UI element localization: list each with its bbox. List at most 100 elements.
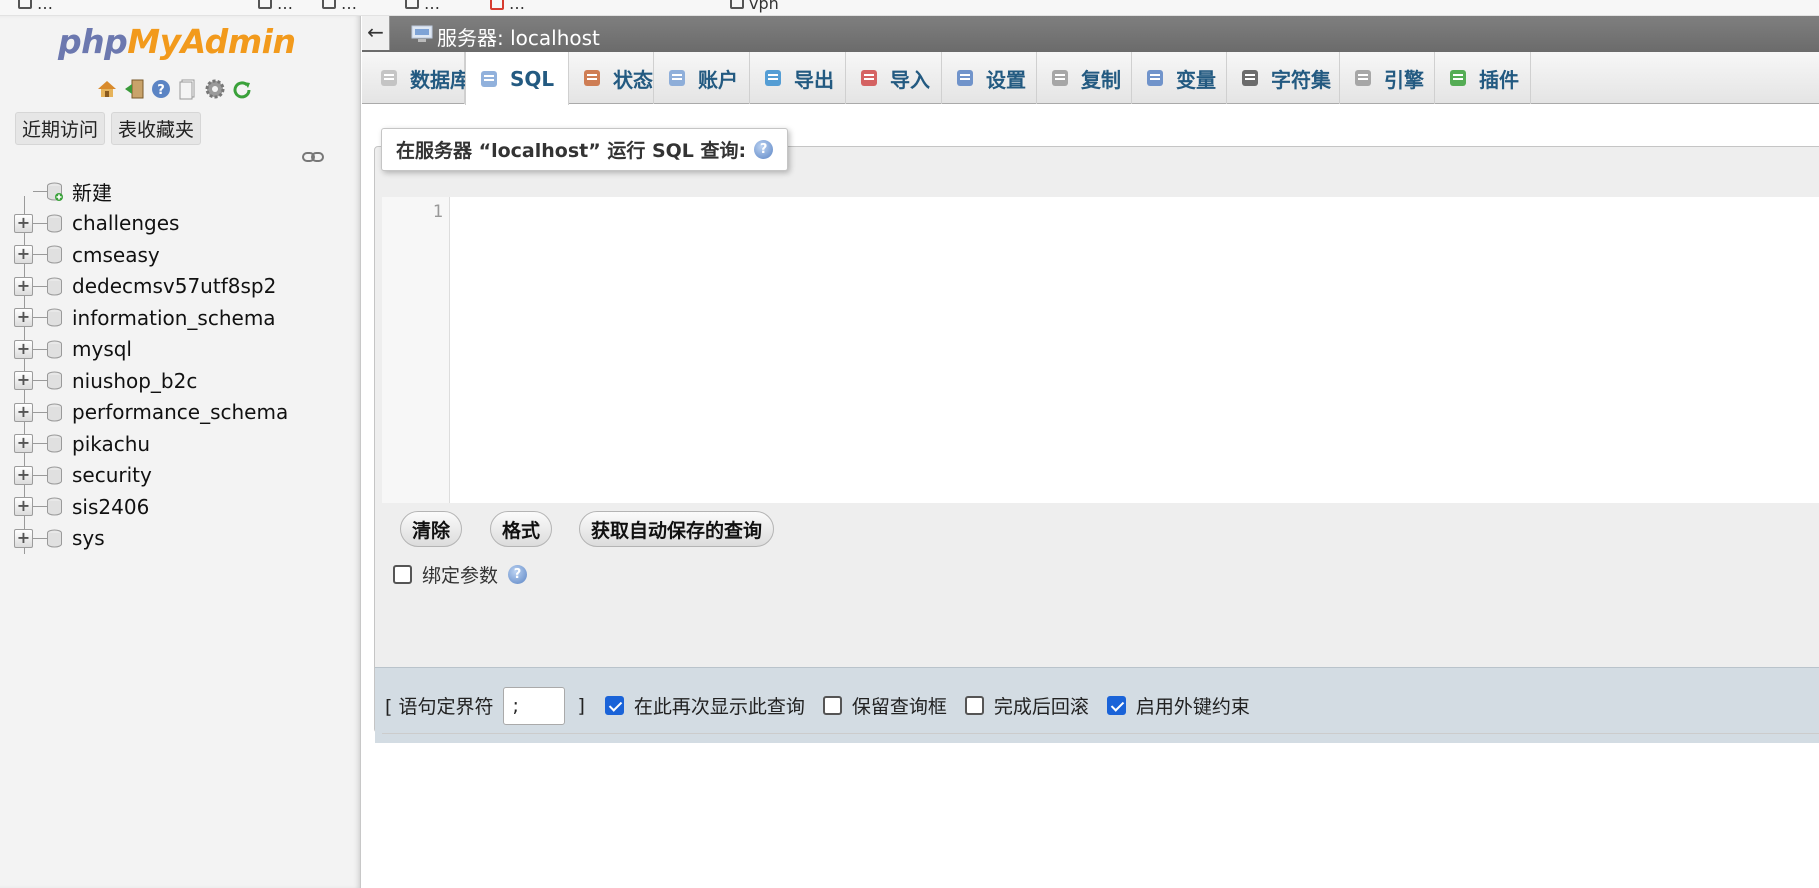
database-icon <box>46 434 63 453</box>
tree-connector <box>33 506 47 508</box>
expand-icon[interactable]: + <box>14 497 33 517</box>
option-checkbox[interactable] <box>604 696 624 715</box>
delimiter-label-close: ] <box>577 694 585 717</box>
database-icon <box>46 529 63 548</box>
tree-item-label: challenges <box>72 211 180 236</box>
logout-icon[interactable] <box>123 78 145 100</box>
tree-item-database[interactable]: + challenges <box>10 208 340 240</box>
tree-connector <box>33 380 47 382</box>
clear-button[interactable]: 清除 <box>400 511 463 547</box>
get-autosaved-query-button[interactable]: 获取自动保存的查询 <box>579 511 775 547</box>
help-icon[interactable]: ? <box>754 140 774 159</box>
expand-icon[interactable]: + <box>14 339 33 359</box>
tab-status[interactable]: 状态 <box>569 52 654 104</box>
sql-editor[interactable]: 1 <box>382 197 1819 503</box>
help-icon[interactable]: ? <box>150 78 172 100</box>
tree-item-label: cmseasy <box>72 242 160 267</box>
tab-accounts[interactable]: 账户 <box>654 52 750 104</box>
option-checkbox[interactable] <box>964 696 984 715</box>
expand-icon[interactable]: + <box>14 245 33 265</box>
tab-label: 插件 <box>1479 67 1519 92</box>
tab-wrench[interactable]: 设置 <box>942 52 1037 104</box>
recent-tab[interactable]: 近期访问 <box>15 112 106 145</box>
new-database-icon <box>46 182 63 202</box>
tree-item-database[interactable]: + sys <box>10 523 340 555</box>
tab-label: 状态 <box>613 67 653 92</box>
tree-item-label: 新建 <box>72 181 112 206</box>
tab-sql[interactable]: SQL <box>465 52 569 105</box>
tab-plugin[interactable]: 插件 <box>1435 52 1531 104</box>
tree-connector <box>33 443 47 445</box>
tree-item-database[interactable]: + security <box>10 460 340 492</box>
tree-item-database[interactable]: + dedecmsv57utf8sp2 <box>10 271 340 303</box>
tab-label: 字符集 <box>1271 67 1331 92</box>
bookmark-item[interactable]: … <box>490 0 525 13</box>
tree-item-database[interactable]: + sis2406 <box>10 491 340 523</box>
expand-icon[interactable]: + <box>14 371 33 391</box>
tab-import[interactable]: 导入 <box>846 52 942 104</box>
expand-icon[interactable]: + <box>14 276 33 296</box>
database-icon <box>46 403 63 422</box>
settings-icon[interactable] <box>204 78 226 100</box>
tree-item-database[interactable]: + mysql <box>10 334 340 366</box>
sql-query-area: 1 清除 格式 获取自动保存的查询 绑定参数 ? [ 语句定界符 ; ] 在此再… <box>374 128 1819 743</box>
tab-export[interactable]: 导出 <box>750 52 846 104</box>
bookmark-item[interactable]: … <box>405 0 440 13</box>
docs-icon[interactable] <box>177 78 199 100</box>
query-option[interactable]: 保留查询框 <box>822 692 947 719</box>
sql-icon <box>478 68 500 90</box>
query-option[interactable]: 在此再次显示此查询 <box>604 692 805 719</box>
tree-item-database[interactable]: + niushop_b2c <box>10 365 340 397</box>
tab-label: SQL <box>510 66 555 91</box>
bind-params-checkbox[interactable] <box>393 565 412 584</box>
bookmarks-bar: … … … … … vpn <box>0 0 1819 16</box>
svg-text:?: ? <box>157 83 165 98</box>
tree-item-new[interactable]: 新建 <box>10 176 340 208</box>
expand-icon[interactable]: + <box>14 308 33 328</box>
tree-connector <box>33 348 47 350</box>
option-label: 保留查询框 <box>851 696 947 718</box>
collapse-nav-button[interactable]: ← <box>362 16 390 50</box>
expand-icon[interactable]: + <box>14 213 33 233</box>
bookmark-item[interactable]: … <box>322 0 357 13</box>
divider <box>382 733 1819 734</box>
tree-item-database[interactable]: + cmseasy <box>10 239 340 271</box>
database-icon <box>46 340 63 359</box>
tab-replication[interactable]: 复制 <box>1037 52 1132 104</box>
delimiter-label: [ 语句定界符 <box>385 696 494 718</box>
top-tab-bar: 数据库 SQL 状态 账户 导出 导入 设置 复制 变量 字符集 引擎 插件 <box>362 52 1819 105</box>
expand-icon[interactable]: + <box>14 434 33 454</box>
tab-engine[interactable]: 引擎 <box>1340 52 1435 104</box>
server-breadcrumb[interactable]: 服务器: localhost <box>437 22 600 51</box>
option-checkbox[interactable] <box>1106 696 1126 715</box>
tree-item-database[interactable]: + performance_schema <box>10 397 340 429</box>
expand-icon[interactable]: + <box>14 402 33 422</box>
bookmark-item[interactable]: … <box>18 0 53 13</box>
reload-icon[interactable] <box>231 78 253 100</box>
query-option[interactable]: 完成后回滚 <box>964 692 1089 719</box>
tab-label: 导出 <box>794 67 834 92</box>
help-icon[interactable]: ? <box>508 565 528 584</box>
delimiter-input[interactable]: ; <box>503 686 566 725</box>
bookmark-item[interactable]: … <box>258 0 293 13</box>
expand-icon[interactable]: + <box>14 465 33 485</box>
option-checkbox[interactable] <box>822 696 842 715</box>
database-icon <box>46 245 63 264</box>
wrench-icon <box>954 67 976 89</box>
format-button[interactable]: 格式 <box>490 511 553 547</box>
link-icon[interactable] <box>302 148 324 162</box>
tree-connector <box>33 285 47 287</box>
bookmark-item[interactable]: vpn <box>730 0 779 13</box>
bind-params-row: 绑定参数 ? <box>393 561 528 588</box>
line-number-gutter: 1 <box>382 197 450 503</box>
tab-charset[interactable]: 字符集 <box>1227 52 1340 104</box>
phpmyadmin-logo[interactable]: phpMyAdmin <box>58 22 296 61</box>
tab-database[interactable]: 数据库 <box>366 52 470 104</box>
favorites-tab[interactable]: 表收藏夹 <box>111 112 202 145</box>
tab-variables[interactable]: 变量 <box>1132 52 1227 104</box>
query-option[interactable]: 启用外键约束 <box>1106 692 1250 719</box>
tree-item-database[interactable]: + pikachu <box>10 428 340 460</box>
expand-icon[interactable]: + <box>14 528 33 548</box>
home-icon[interactable] <box>96 78 118 100</box>
tree-item-database[interactable]: + information_schema <box>10 302 340 334</box>
